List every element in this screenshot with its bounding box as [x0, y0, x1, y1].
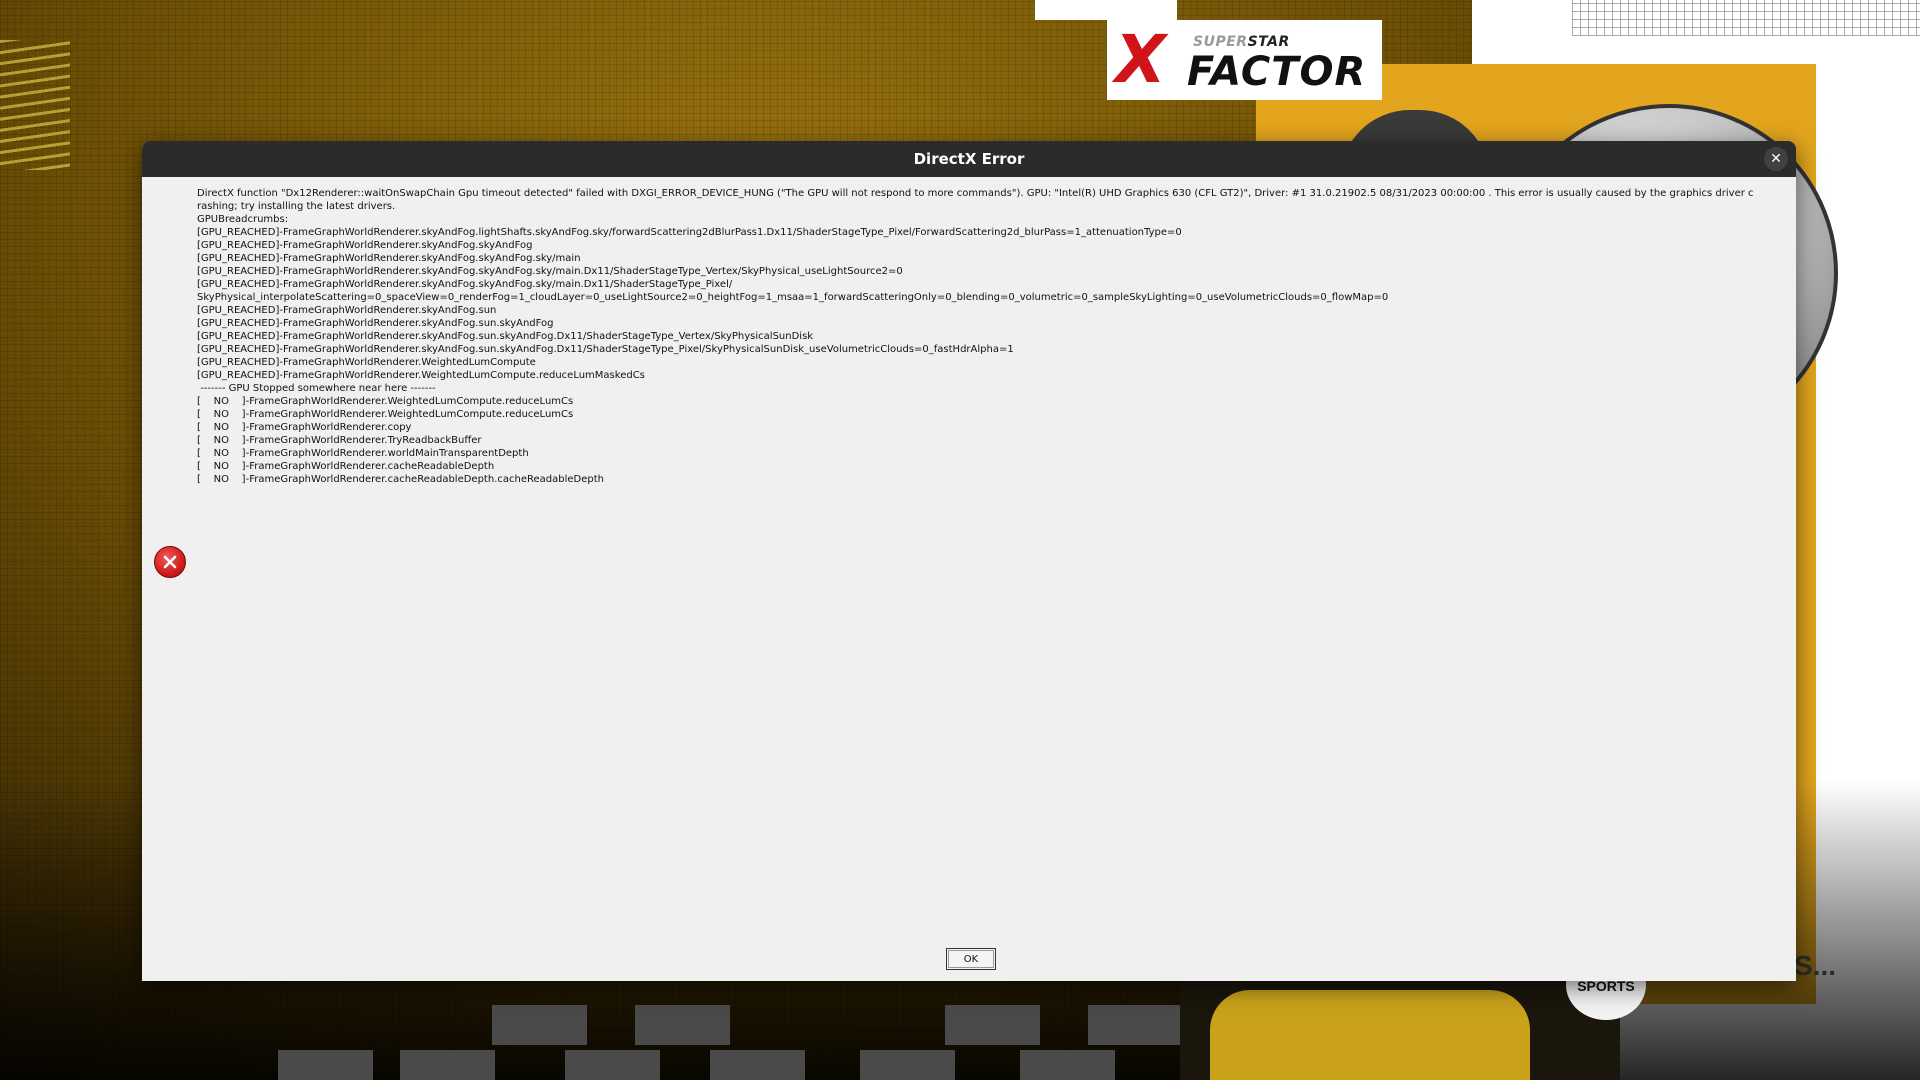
player-jersey — [1210, 990, 1530, 1080]
checker-tile — [278, 1050, 373, 1080]
close-icon: ✕ — [1770, 151, 1782, 167]
decorative-dashes — [0, 40, 70, 170]
checker-tile — [635, 1005, 730, 1045]
superstar-xfactor-logo: X SUPERSTAR FACTOR — [1107, 20, 1382, 100]
error-x-icon — [154, 546, 186, 578]
close-button[interactable]: ✕ — [1764, 147, 1788, 171]
checker-tile — [1020, 1050, 1115, 1080]
checker-tile — [565, 1050, 660, 1080]
logo-factor-text: FACTOR — [1187, 49, 1367, 95]
white-top-block — [1035, 0, 1177, 20]
dialog-title: DirectX Error — [913, 150, 1025, 168]
ok-button[interactable]: OK — [946, 948, 996, 970]
logo-x-letter: X — [1115, 21, 1166, 98]
grid-pattern — [1572, 0, 1920, 36]
error-message-text: DirectX function "Dx12Renderer::waitOnSw… — [197, 188, 1754, 485]
checker-tile — [400, 1050, 495, 1080]
checker-tile — [492, 1005, 587, 1045]
checker-tile — [945, 1005, 1040, 1045]
checker-tile — [1088, 1005, 1183, 1045]
directx-error-dialog: DirectX Error ✕ DirectX function "Dx12Re… — [142, 141, 1796, 981]
checker-tile — [710, 1050, 805, 1080]
checker-tile — [860, 1050, 955, 1080]
background-truncated-text: S... — [1794, 950, 1837, 981]
dialog-titlebar[interactable]: DirectX Error ✕ — [142, 141, 1796, 177]
